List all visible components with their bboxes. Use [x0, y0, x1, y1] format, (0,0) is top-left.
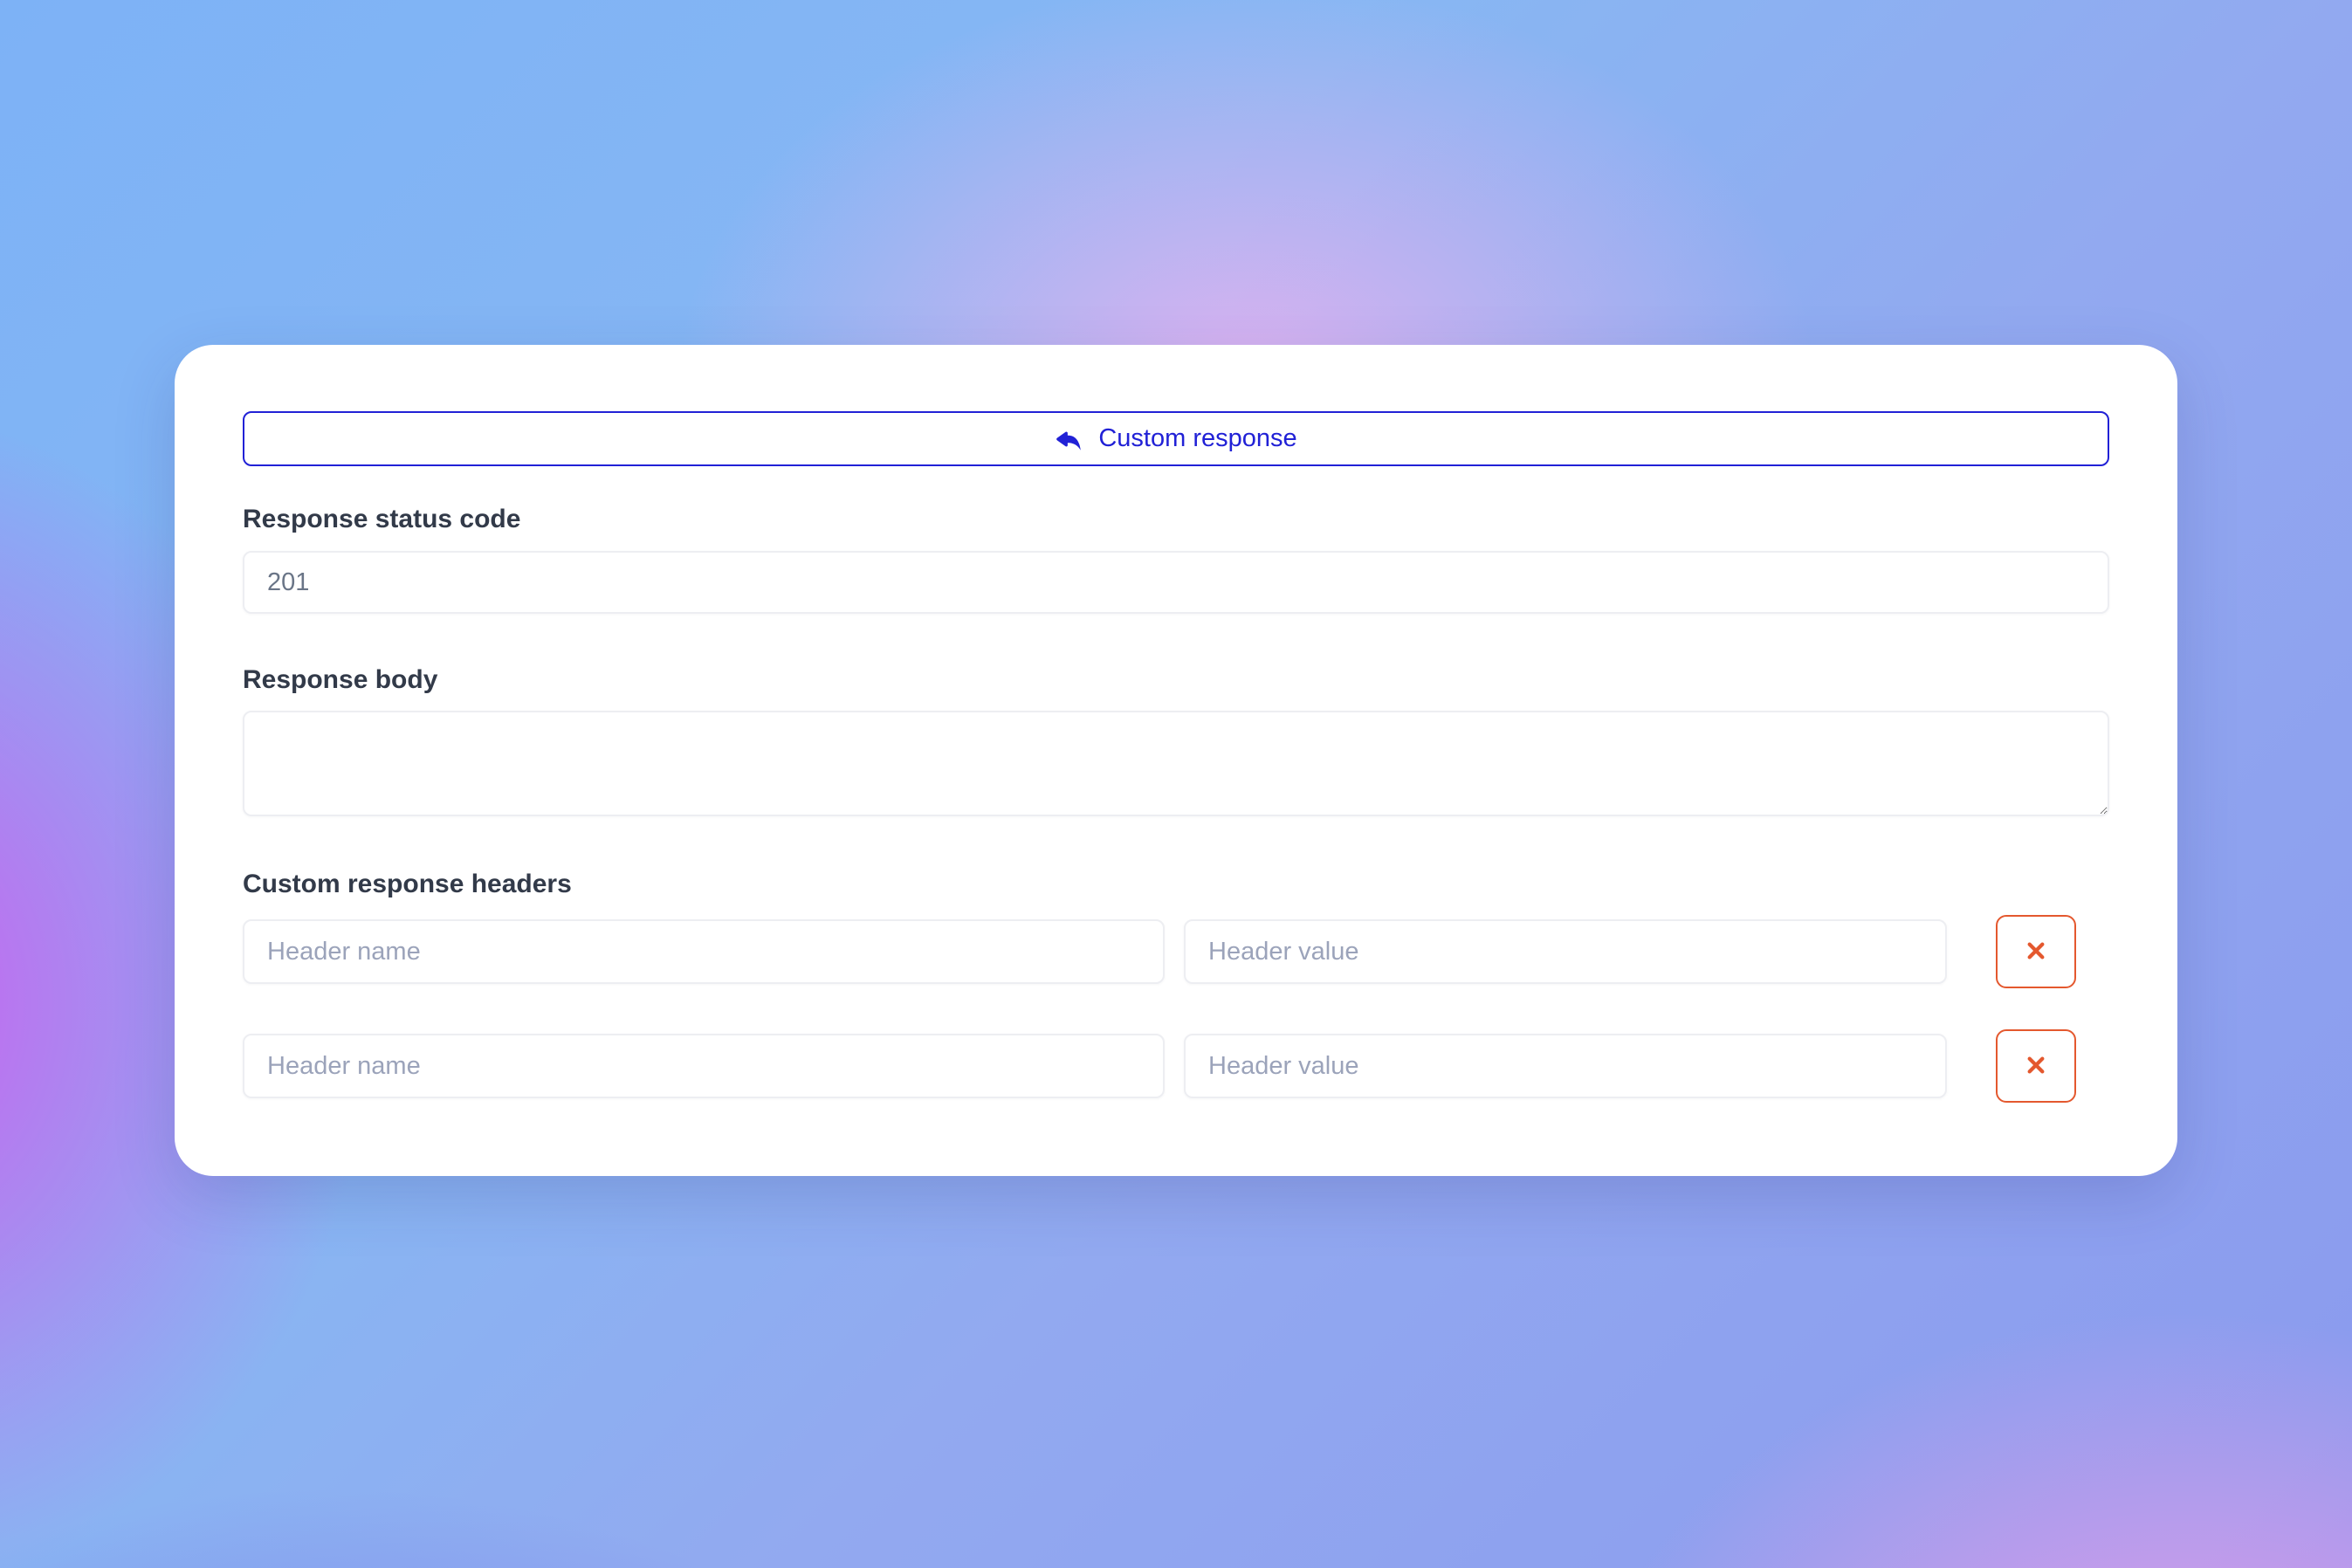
remove-header-button[interactable]: [1996, 915, 2076, 988]
response-body-textarea[interactable]: [243, 711, 2109, 816]
header-row: [243, 915, 2109, 988]
response-status-code-input[interactable]: [243, 551, 2109, 614]
x-icon: [2022, 1051, 2050, 1082]
response-body-label: Response body: [243, 664, 2109, 696]
header-value-input[interactable]: [1184, 919, 1947, 984]
header-name-input[interactable]: [243, 1034, 1165, 1098]
x-icon: [2022, 937, 2050, 967]
reply-icon: [1055, 424, 1084, 454]
custom-response-button[interactable]: Custom response: [243, 411, 2109, 466]
custom-response-headers-label: Custom response headers: [243, 869, 2109, 900]
response-status-code-label: Response status code: [243, 504, 2109, 535]
custom-response-card: Custom response Response status code Res…: [175, 345, 2177, 1176]
custom-response-button-label: Custom response: [1098, 424, 1296, 453]
remove-header-button[interactable]: [1996, 1029, 2076, 1103]
header-row: [243, 1029, 2109, 1103]
header-value-input[interactable]: [1184, 1034, 1947, 1098]
header-name-input[interactable]: [243, 919, 1165, 984]
